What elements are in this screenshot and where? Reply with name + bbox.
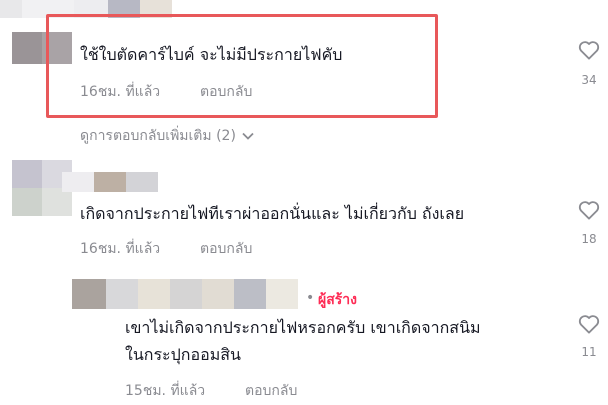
comment-timestamp: 16ชม. ที่แล้ว (80, 84, 161, 100)
blurred-username (62, 172, 158, 192)
reply-button[interactable]: ตอบกลับ (200, 81, 252, 103)
heart-outline-icon[interactable] (578, 314, 600, 334)
like-count: 18 (581, 232, 597, 246)
comment-text: ใช้ใบตัดคาร์ไบค์ จะไม่มีประกายไฟคับ (80, 45, 343, 64)
heart-outline-icon[interactable] (578, 40, 600, 60)
comment-text-line-1: เขาไม่เกิดจากประกายไฟหรอกครับ เขาเกิดจาก… (125, 318, 481, 337)
separator-dot: • (306, 290, 315, 306)
view-more-replies-label: ดูการตอบกลับเพิ่มเติม (2) (80, 128, 236, 144)
blurred-username[interactable] (72, 279, 298, 309)
chevron-down-icon (242, 128, 254, 144)
comment-text: เกิดจากประกายไฟทีเราผ่าออกนั่นและ ไม่เกี… (80, 204, 465, 223)
like-count: 34 (581, 73, 597, 87)
creator-badge: ผู้สร้าง (318, 292, 357, 308)
view-more-replies-button[interactable]: ดูการตอบกลับเพิ่มเติม (2) (80, 125, 254, 147)
comment-timestamp: 15ชม. ที่แล้ว (125, 383, 206, 399)
like-count: 11 (581, 345, 597, 359)
heart-outline-icon[interactable] (578, 200, 600, 220)
comment-text-line-2: ในกระปุกออมสิน (125, 345, 241, 364)
comment-timestamp: 16ชม. ที่แล้ว (80, 241, 161, 257)
reply-button[interactable]: ตอบกลับ (245, 380, 297, 402)
reply-button[interactable]: ตอบกลับ (200, 238, 252, 260)
